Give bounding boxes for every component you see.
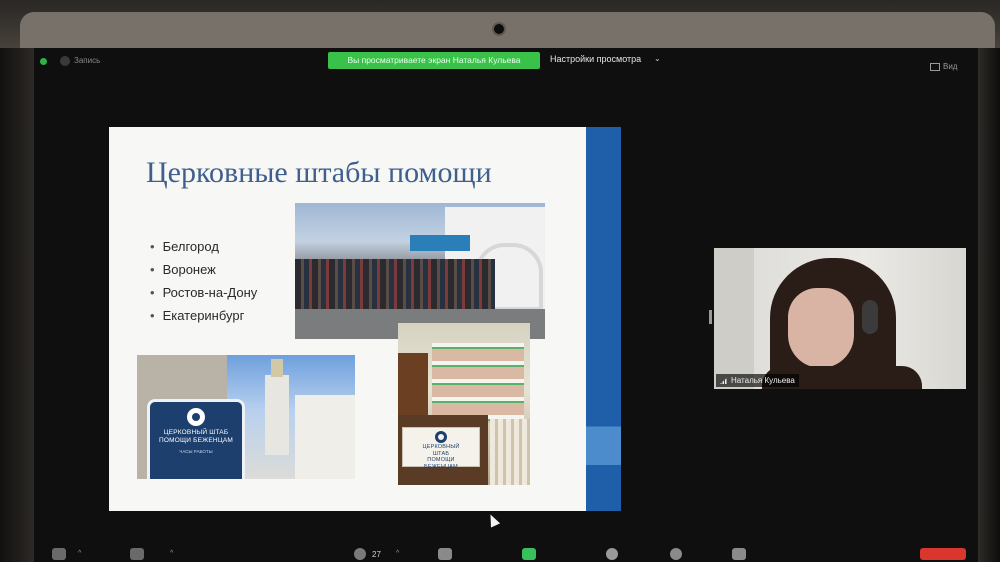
outdoor-sign-board: ЦЕРКОВНЫЙ ШТАБ ПОМОЩИ БЕЖЕНЦАМ ЧАСЫ РАБО… — [147, 399, 245, 479]
chat-icon[interactable] — [438, 548, 452, 560]
headset-icon — [862, 300, 878, 334]
shared-slide: Церковные штабы помощи Белгород Воронеж … — [109, 127, 621, 511]
photo-shelves — [432, 343, 524, 423]
slide-accent-stripe — [586, 127, 621, 511]
meeting-toolbar: ^ ^ 27 ^ — [34, 546, 978, 562]
photo-bell-tower — [265, 375, 289, 455]
grid-view-icon — [930, 62, 940, 71]
slide-title: Церковные штабы помощи — [146, 156, 492, 189]
church-logo-icon — [435, 431, 447, 443]
chevron-up-icon[interactable]: ^ — [396, 550, 399, 557]
mouse-cursor-icon — [485, 512, 501, 528]
participant-name-label: Наталья Кульева — [716, 374, 799, 387]
participant-video-tile[interactable]: Наталья Кульева — [714, 248, 966, 389]
laptop-bezel-left — [0, 48, 34, 562]
city-list: Белгород Воронеж Ростов-на-Дону Екатерин… — [150, 235, 258, 327]
end-meeting-button[interactable] — [920, 548, 966, 560]
photo-church — [295, 395, 355, 479]
church-logo-icon — [187, 408, 205, 426]
photo-spire — [271, 359, 283, 377]
camera-icon[interactable] — [130, 548, 144, 560]
view-button[interactable]: Вид — [930, 62, 957, 71]
laptop-rim — [20, 12, 995, 50]
list-item: Воронеж — [150, 258, 257, 281]
record-icon — [60, 56, 70, 66]
photo-queue-crowd — [295, 203, 545, 339]
zoom-screen: Запись Вы просматриваете экран Наталья К… — [34, 48, 978, 562]
list-item: Белгород — [150, 235, 257, 258]
video-background — [714, 248, 754, 389]
participants-count: 27 — [372, 550, 381, 559]
photo-crowd — [295, 259, 495, 311]
signal-strength-icon — [720, 377, 728, 384]
photo-blue-roof — [410, 235, 470, 251]
photo-chairs — [490, 419, 530, 485]
sign-text-line: ЦЕРКОВНЫЙ ШТАБ — [163, 429, 229, 436]
photo-outdoor-sign: ЦЕРКОВНЫЙ ШТАБ ПОМОЩИ БЕЖЕНЦАМ ЧАСЫ РАБО… — [137, 355, 355, 479]
share-screen-icon[interactable] — [522, 548, 536, 560]
participants-icon[interactable] — [354, 548, 366, 560]
security-shield-icon[interactable] — [40, 58, 47, 65]
sign-text-line: ПОМОЩИ БЕЖЕНЦАМ — [159, 437, 233, 444]
indoor-sign-board: ЦЕРКОВНЫЙ ШТАБ ПОМОЩИ БЕЖЕНЦАМ — [402, 427, 480, 470]
sign-text-line: БЕЖЕНЦАМ — [424, 463, 458, 470]
chevron-down-icon[interactable]: ⌄ — [654, 54, 661, 63]
reactions-icon[interactable] — [670, 548, 682, 560]
video-person-face — [788, 288, 854, 368]
screen-share-banner: Вы просматриваете экран Наталья Кульева — [328, 52, 540, 69]
list-item: Екатеринбург — [150, 304, 257, 327]
meeting-top-bar: Запись Вы просматриваете экран Наталья К… — [34, 48, 978, 74]
apps-icon[interactable] — [732, 548, 746, 560]
tile-resize-handle[interactable] — [709, 310, 712, 324]
webcam-icon — [494, 24, 504, 34]
sign-hours-text: ЧАСЫ РАБОТЫ — [179, 449, 213, 454]
chevron-up-icon[interactable]: ^ — [170, 550, 173, 557]
photo-aid-room: ЦЕРКОВНЫЙ ШТАБ ПОМОЩИ БЕЖЕНЦАМ — [398, 323, 530, 485]
view-settings-button[interactable]: Настройки просмотра — [550, 54, 641, 64]
participant-name: Наталья Кульева — [731, 376, 795, 385]
record-button-icon[interactable] — [606, 548, 618, 560]
list-item: Ростов-на-Дону — [150, 281, 258, 304]
laptop-bezel-right — [978, 48, 1000, 562]
recording-label: Запись — [74, 56, 101, 65]
microphone-icon[interactable] — [52, 548, 66, 560]
view-button-label: Вид — [943, 62, 958, 71]
chevron-up-icon[interactable]: ^ — [78, 550, 81, 557]
